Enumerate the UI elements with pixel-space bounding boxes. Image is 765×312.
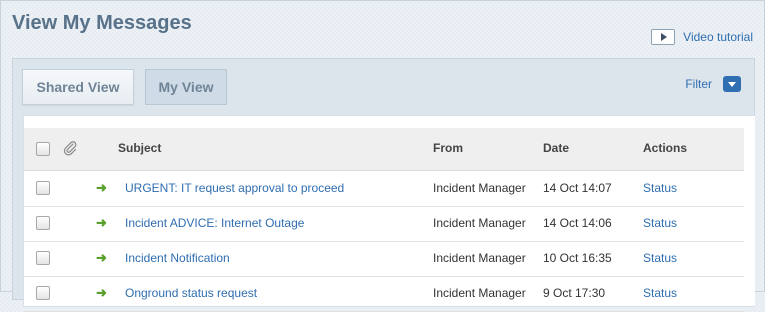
status-link[interactable]: Status — [643, 251, 677, 265]
row-checkbox[interactable] — [36, 286, 50, 300]
column-header-date[interactable]: Date — [543, 141, 569, 155]
message-subject-link[interactable]: Onground status request — [125, 286, 257, 300]
arrow-right-icon: ➜ — [96, 180, 107, 195]
message-from: Incident Manager — [433, 181, 526, 195]
message-date: 10 Oct 16:35 — [543, 251, 612, 265]
page-title: View My Messages — [12, 12, 192, 34]
video-tutorial-label: Video tutorial — [683, 30, 753, 44]
status-link[interactable]: Status — [643, 181, 677, 195]
message-subject-link[interactable]: Incident ADVICE: Internet Outage — [125, 216, 304, 230]
arrow-right-icon: ➜ — [96, 285, 107, 300]
message-from: Incident Manager — [433, 251, 526, 265]
message-list: Subject From Date Actions ➜ URGENT: IT r… — [23, 115, 755, 312]
messages-panel: Shared View My View Filter Subject From … — [12, 58, 755, 312]
select-all-checkbox[interactable] — [36, 142, 50, 156]
message-subject-link[interactable]: Incident Notification — [125, 251, 230, 265]
status-link[interactable]: Status — [643, 216, 677, 230]
filter-label: Filter — [685, 77, 712, 91]
table-header: Subject From Date Actions — [24, 128, 744, 171]
message-from: Incident Manager — [433, 216, 526, 230]
filter-toggle[interactable]: Filter — [685, 76, 741, 92]
table-row[interactable]: ➜ Onground status request Incident Manag… — [24, 276, 744, 312]
status-link[interactable]: Status — [643, 286, 677, 300]
video-tutorial-link[interactable]: Video tutorial — [651, 29, 753, 45]
message-date: 14 Oct 14:07 — [543, 181, 612, 195]
message-from: Incident Manager — [433, 286, 526, 300]
tab-shared-view[interactable]: Shared View — [22, 69, 134, 105]
play-icon — [651, 29, 676, 45]
row-checkbox[interactable] — [36, 181, 50, 195]
column-header-from[interactable]: From — [433, 141, 463, 155]
message-date: 9 Oct 17:30 — [543, 286, 606, 300]
message-subject-link[interactable]: URGENT: IT request approval to proceed — [125, 181, 344, 195]
tab-my-view[interactable]: My View — [145, 69, 227, 105]
message-date: 14 Oct 14:06 — [543, 216, 612, 230]
arrow-right-icon: ➜ — [96, 215, 107, 230]
table-row[interactable]: ➜ URGENT: IT request approval to proceed… — [24, 171, 744, 207]
column-header-actions: Actions — [643, 141, 688, 155]
table-row[interactable]: ➜ Incident Notification Incident Manager… — [24, 241, 744, 277]
table-row[interactable]: ➜ Incident ADVICE: Internet Outage Incid… — [24, 206, 744, 242]
row-checkbox[interactable] — [36, 216, 50, 230]
paperclip-icon — [63, 141, 77, 156]
arrow-right-icon: ➜ — [96, 250, 107, 265]
column-header-subject[interactable]: Subject — [118, 141, 161, 155]
chevron-down-icon[interactable] — [723, 76, 741, 92]
row-checkbox[interactable] — [36, 251, 50, 265]
